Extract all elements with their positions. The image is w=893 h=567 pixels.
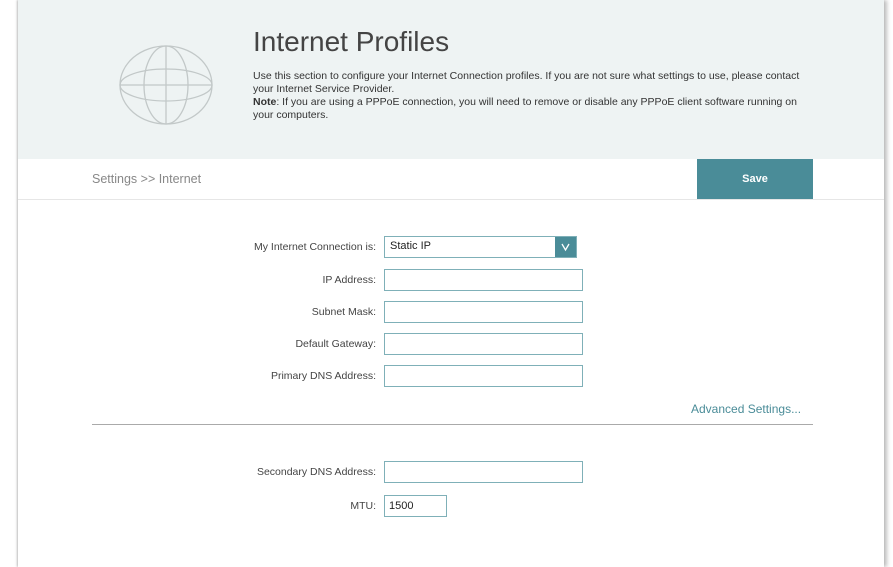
- page-frame: Internet Profiles Use this section to co…: [18, 0, 884, 567]
- default-gateway-input[interactable]: [384, 333, 583, 355]
- ip-address-label: IP Address:: [322, 274, 376, 286]
- primary-dns-label: Primary DNS Address:: [270, 370, 376, 382]
- mtu-label: MTU:: [350, 500, 376, 512]
- save-button[interactable]: Save: [697, 159, 813, 199]
- connection-type-select[interactable]: Static IP: [384, 236, 577, 258]
- connection-type-value: Static IP: [390, 240, 431, 252]
- subnet-mask-label: Subnet Mask:: [311, 306, 376, 318]
- note-text: : If you are using a PPPoE connection, y…: [253, 96, 797, 121]
- breadcrumb-bar: Settings >> Internet Save: [18, 159, 884, 200]
- default-gateway-label: Default Gateway:: [295, 338, 376, 350]
- ip-address-row: IP Address:: [18, 269, 884, 291]
- secondary-dns-label: Secondary DNS Address:: [256, 466, 376, 478]
- chevron-down-icon[interactable]: [555, 237, 576, 257]
- secondary-dns-input[interactable]: [384, 461, 583, 483]
- section-divider: [92, 424, 813, 425]
- page-description: Use this section to configure your Inter…: [253, 70, 813, 122]
- connection-type-label: My Internet Connection is:: [254, 241, 376, 253]
- note-label: Note: [253, 96, 277, 108]
- globe-icon: [119, 45, 213, 125]
- secondary-dns-row: Secondary DNS Address:: [18, 461, 884, 483]
- mtu-row: MTU:: [18, 495, 884, 517]
- advanced-settings-link[interactable]: Advanced Settings...: [691, 402, 801, 416]
- default-gateway-row: Default Gateway:: [18, 333, 884, 355]
- ip-address-input[interactable]: [384, 269, 583, 291]
- primary-dns-row: Primary DNS Address:: [18, 365, 884, 387]
- mtu-input[interactable]: [384, 495, 447, 517]
- primary-dns-input[interactable]: [384, 365, 583, 387]
- subnet-mask-input[interactable]: [384, 301, 583, 323]
- breadcrumb: Settings >> Internet: [92, 172, 202, 186]
- connection-row: My Internet Connection is: Static IP: [18, 236, 884, 258]
- subnet-mask-row: Subnet Mask:: [18, 301, 884, 323]
- page-header: Internet Profiles Use this section to co…: [18, 0, 884, 159]
- description-text: Use this section to configure your Inter…: [253, 70, 800, 95]
- page-title: Internet Profiles: [253, 26, 450, 57]
